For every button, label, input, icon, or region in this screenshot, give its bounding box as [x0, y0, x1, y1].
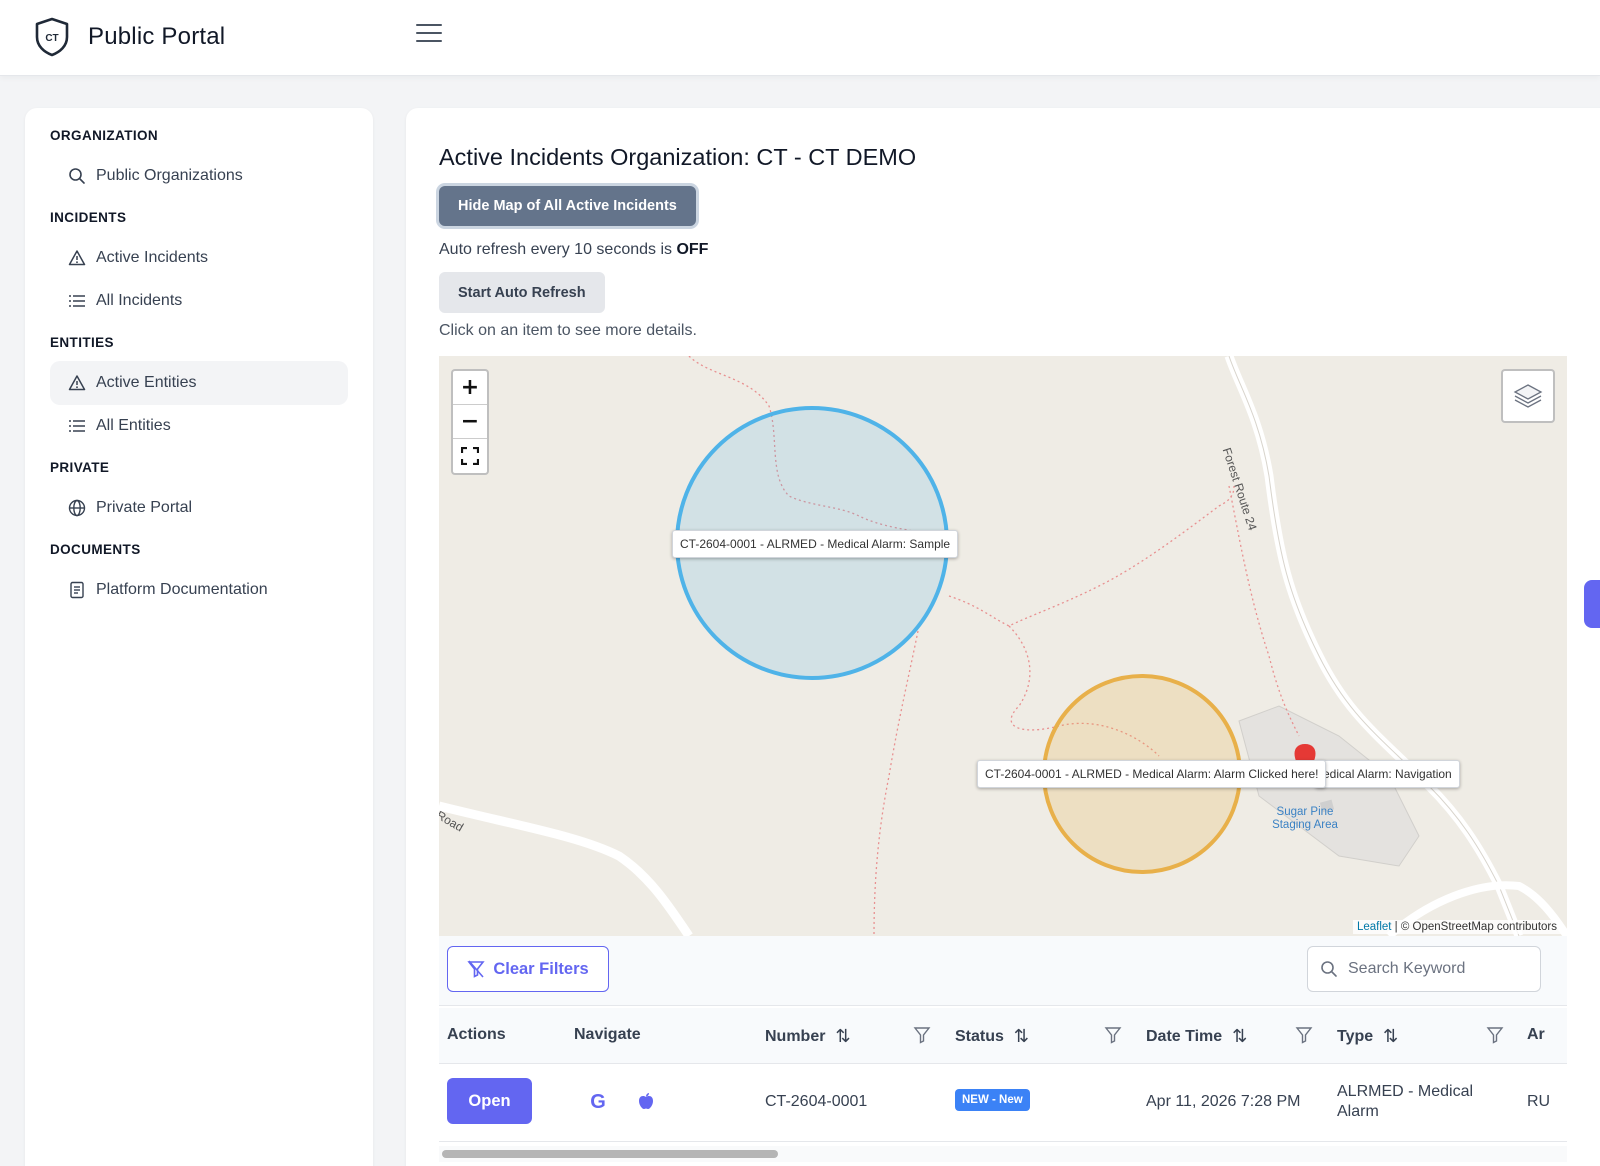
- google-maps-icon[interactable]: G: [587, 1091, 609, 1113]
- map-attribution: Leaflet | © OpenStreetMap contributors: [1352, 920, 1561, 934]
- hide-map-button[interactable]: Hide Map of All Active Incidents: [439, 186, 696, 226]
- place-label: Sugar Pine Staging Area: [1272, 806, 1338, 831]
- list-icon: [69, 420, 85, 432]
- zoom-out-button[interactable]: −: [453, 405, 487, 439]
- clear-filters-label: Clear Filters: [493, 959, 589, 978]
- start-auto-refresh-button[interactable]: Start Auto Refresh: [439, 272, 605, 313]
- incident-type: ALRMED - Medical Alarm: [1337, 1082, 1473, 1122]
- list-icon: [69, 295, 85, 307]
- hint-text: Click on an item to see more details.: [439, 322, 697, 339]
- document-icon: [70, 581, 84, 599]
- sidebar-item-private-portal[interactable]: Private Portal: [50, 486, 348, 530]
- incident-area: RU: [1527, 1093, 1551, 1110]
- auto-refresh-state: OFF: [676, 241, 709, 258]
- page-title: Active Incidents Organization: CT - CT D…: [439, 144, 917, 170]
- table-toolbar: Clear Filters: [439, 936, 1567, 1006]
- brand[interactable]: CT Public Portal: [34, 17, 225, 57]
- table-row[interactable]: Open G CT-2604-0001 NEW - New Apr 11, 20…: [439, 1064, 1567, 1142]
- column-datetime[interactable]: Date Time ⇅: [1146, 1026, 1247, 1047]
- sidebar-item-label: Active Entities: [96, 374, 197, 391]
- search-field[interactable]: [1307, 946, 1541, 992]
- incident-type-line: Alarm: [1337, 1103, 1379, 1120]
- sidebar-item-label: Private Portal: [96, 499, 193, 516]
- column-number[interactable]: Number ⇅: [765, 1026, 851, 1047]
- horizontal-scrollbar-thumb[interactable]: [442, 1150, 778, 1158]
- warning-icon: [68, 375, 86, 391]
- apple-maps-icon[interactable]: [635, 1090, 657, 1112]
- leaflet-link[interactable]: Leaflet: [1357, 921, 1392, 933]
- open-button[interactable]: Open: [447, 1078, 532, 1124]
- sidebar-item-label: Active Incidents: [96, 249, 209, 266]
- incident-type-line: ALRMED - Medical: [1337, 1083, 1474, 1100]
- sidebar: ORGANIZATION Public Organizations INCIDE…: [25, 108, 373, 1166]
- sidebar-item-active-incidents[interactable]: Active Incidents: [50, 236, 348, 280]
- sort-icon: ⇅: [1232, 1026, 1248, 1047]
- zoom-in-button[interactable]: +: [453, 371, 487, 405]
- search-icon: [1321, 961, 1337, 977]
- section-incidents: INCIDENTS: [50, 210, 127, 225]
- sidebar-item-label: All Incidents: [96, 292, 183, 309]
- column-type[interactable]: Type ⇅: [1337, 1026, 1398, 1047]
- fullscreen-button[interactable]: [453, 439, 487, 473]
- incident-tooltip[interactable]: CT-2604-0001 - ALRMED - Medical Alarm: S…: [672, 530, 959, 558]
- auto-refresh-label: Auto refresh every 10 seconds is: [439, 241, 677, 258]
- attribution-text: | © OpenStreetMap contributors: [1391, 921, 1557, 933]
- app-title: Public Portal: [88, 23, 226, 50]
- sidebar-item-active-entities[interactable]: Active Entities: [50, 361, 348, 405]
- section-private: PRIVATE: [50, 460, 110, 475]
- auto-refresh-status: Auto refresh every 10 seconds is OFF: [439, 241, 708, 259]
- sort-icon: ⇅: [1383, 1026, 1399, 1047]
- column-navigate: Navigate: [574, 1026, 641, 1043]
- incident-map[interactable]: + − Forest Route 24 Road CT-2604-0001 - …: [439, 356, 1567, 936]
- map-tiles: [439, 356, 1567, 936]
- svg-text:G: G: [590, 1091, 606, 1113]
- column-area[interactable]: Ar: [1527, 1026, 1545, 1044]
- filter-icon[interactable]: [1486, 1026, 1504, 1044]
- filter-icon[interactable]: [913, 1026, 931, 1044]
- search-input[interactable]: [1348, 960, 1528, 978]
- fullscreen-icon: [461, 447, 479, 465]
- menu-toggle-icon[interactable]: [416, 24, 442, 46]
- logo-text: CT: [45, 33, 58, 44]
- sidebar-item-label: Platform Documentation: [96, 581, 268, 598]
- layers-icon: [1513, 384, 1543, 408]
- search-icon: [69, 168, 85, 184]
- main-panel: Active Incidents Organization: CT - CT D…: [406, 108, 1600, 1166]
- incident-tooltip[interactable]: CT-2604-0001 - ALRMED - Medical Alarm: A…: [977, 760, 1327, 788]
- section-documents: DOCUMENTS: [50, 542, 141, 557]
- top-bar: CT Public Portal: [0, 0, 1600, 76]
- clear-filters-button[interactable]: Clear Filters: [447, 946, 609, 992]
- filter-icon[interactable]: [1104, 1026, 1122, 1044]
- column-actions: Actions: [447, 1026, 506, 1043]
- incident-datetime: Apr 11, 2026 7:28 PM: [1146, 1093, 1301, 1110]
- sidebar-item-public-organizations[interactable]: Public Organizations: [50, 154, 348, 198]
- filter-icon[interactable]: [1295, 1026, 1313, 1044]
- sidebar-item-all-entities[interactable]: All Entities: [50, 404, 348, 448]
- warning-icon: [68, 250, 86, 266]
- sidebar-item-platform-documentation[interactable]: Platform Documentation: [50, 568, 348, 612]
- section-entities: ENTITIES: [50, 335, 114, 350]
- sidebar-item-label: Public Organizations: [96, 167, 243, 184]
- section-organization: ORGANIZATION: [50, 128, 159, 143]
- sidebar-item-all-incidents[interactable]: All Incidents: [50, 279, 348, 323]
- column-status[interactable]: Status ⇅: [955, 1026, 1029, 1047]
- side-widget-tab[interactable]: [1584, 580, 1600, 628]
- incident-number: CT-2604-0001: [765, 1093, 868, 1110]
- shield-logo-icon: CT: [35, 17, 69, 57]
- sort-icon: ⇅: [1013, 1026, 1029, 1047]
- sort-icon: ⇅: [835, 1026, 851, 1047]
- incident-tooltip[interactable]: edical Alarm: Navigation: [1315, 760, 1460, 788]
- zoom-control: + −: [451, 369, 489, 475]
- table-header: Actions Navigate Number ⇅ Status ⇅ Date Ti…: [439, 1008, 1567, 1064]
- filter-slash-icon: [467, 960, 485, 978]
- sidebar-item-label: All Entities: [96, 417, 171, 434]
- layers-button[interactable]: [1501, 369, 1555, 423]
- globe-icon: [68, 499, 86, 517]
- status-badge: NEW - New: [955, 1089, 1030, 1111]
